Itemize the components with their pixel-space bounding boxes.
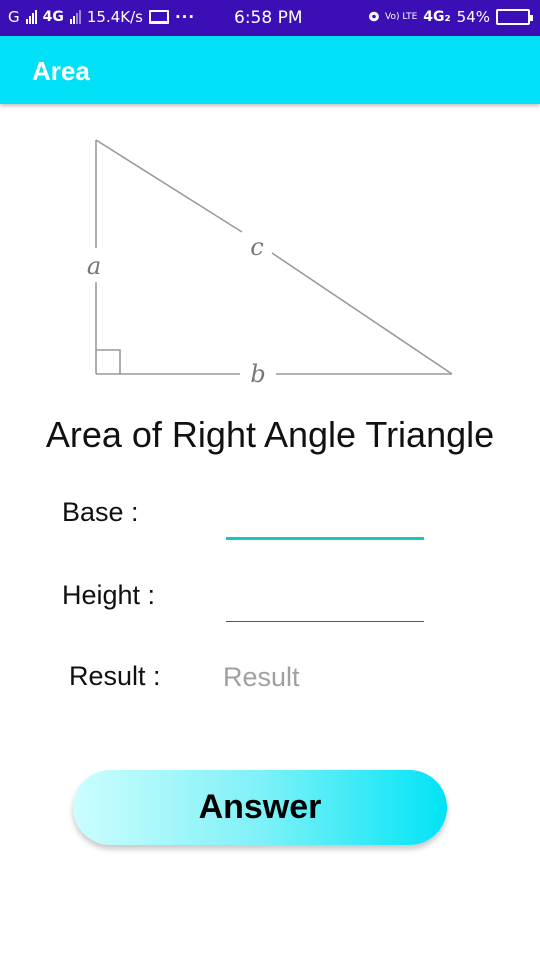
clock: 6:58 PM	[234, 8, 303, 28]
label-b: b	[250, 360, 265, 388]
volte-label: Vo) LTE	[384, 11, 418, 22]
laptop-icon	[148, 10, 169, 24]
base-input[interactable]	[226, 500, 424, 540]
status-bar: G 4G 15.4K/s ··· 6:58 PM ⭗ Vo) LTE 4G₂ 5…	[0, 0, 540, 36]
signal-icon	[25, 10, 37, 24]
network-right-text: 4G₂	[423, 9, 451, 25]
page-heading: Area of Right Angle Triangle	[45, 414, 495, 455]
bluetooth-icon: ⭗	[368, 9, 379, 25]
height-input[interactable]	[226, 582, 424, 622]
answer-button[interactable]: Answer	[73, 770, 447, 845]
app-bar-title: Area	[32, 56, 90, 86]
carrier-text: G	[8, 8, 20, 26]
side-c-line-bottom	[271, 252, 453, 375]
height-label: Height :	[62, 580, 156, 610]
network-left-text: 4G	[42, 9, 64, 25]
signal-icon-2	[69, 10, 81, 24]
right-angle-marker	[96, 349, 121, 374]
network-speed: 15.4K/s	[86, 8, 143, 26]
status-right: ⭗ Vo) LTE 4G₂ 54%	[368, 8, 533, 26]
label-a: a	[87, 252, 101, 280]
result-output: Result	[223, 662, 300, 692]
app-bar: Area	[0, 36, 540, 104]
status-left: G 4G 15.4K/s ···	[8, 8, 195, 26]
base-label: Base :	[62, 497, 139, 527]
battery-icon	[496, 9, 533, 25]
side-c-line-top	[95, 139, 243, 233]
right-triangle-diagram: a b c	[87, 139, 453, 388]
label-c: c	[250, 233, 263, 261]
battery-percent: 54%	[456, 8, 490, 26]
more-notifications-icon: ···	[174, 8, 196, 26]
result-label: Result :	[69, 661, 161, 691]
